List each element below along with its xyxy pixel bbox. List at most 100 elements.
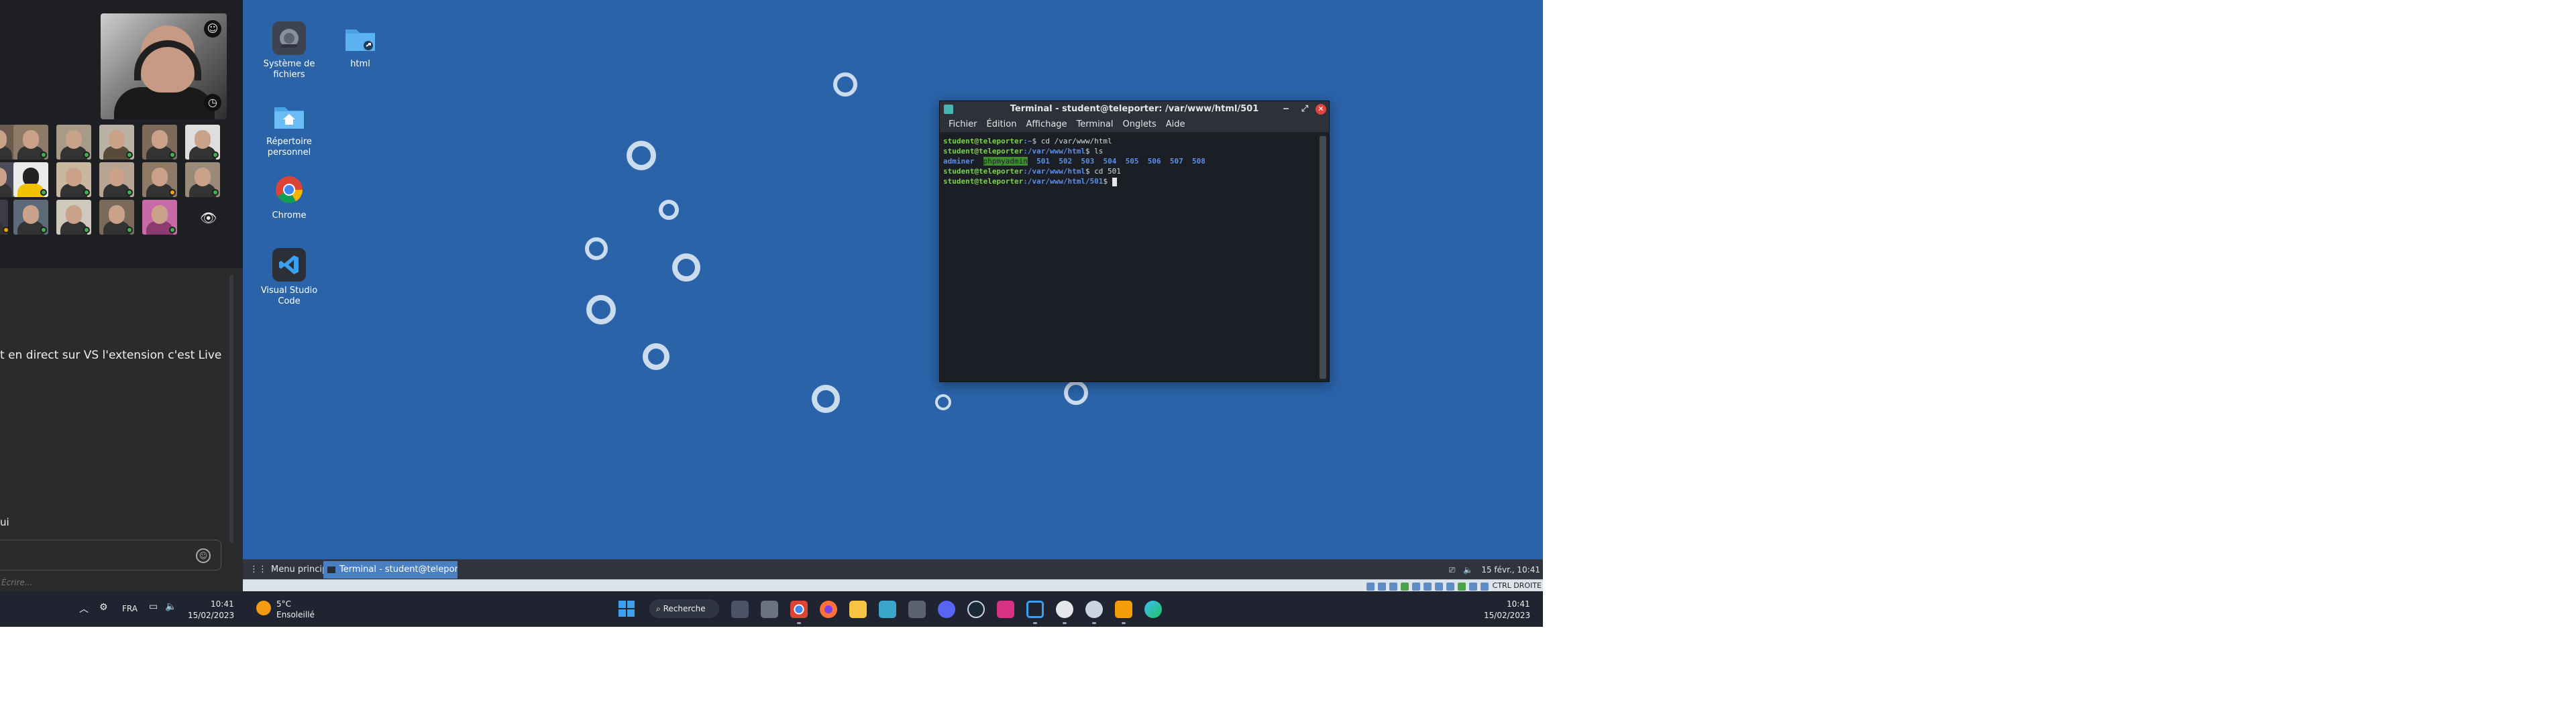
app-tools-icon[interactable] [1115, 601, 1132, 618]
display-icon[interactable] [1434, 583, 1443, 591]
running-indicator [797, 622, 801, 624]
listing-entry: adminer [943, 157, 975, 166]
participant-tile[interactable] [142, 162, 177, 197]
terminal-titlebar[interactable]: Terminal - student@teleporter: /var/www/… [940, 101, 1329, 117]
taskbar-terminal-button[interactable]: Terminal - student@teleport... [323, 561, 458, 579]
emoji-icon[interactable]: ☺ [196, 548, 211, 563]
keyboard-icon[interactable] [1480, 583, 1489, 591]
vm-clock[interactable]: 15 févr., 10:41 [1481, 565, 1540, 575]
listing-entry: 502 [1059, 157, 1073, 166]
network-icon[interactable]: ⎚ [1449, 565, 1456, 575]
participant-tile[interactable] [13, 162, 48, 197]
search-box[interactable]: ⌕ Recherche [649, 599, 719, 618]
file-explorer-icon[interactable] [849, 601, 867, 618]
tray-chevron-icon[interactable]: ︿ [79, 602, 89, 615]
app-pink-icon[interactable] [997, 601, 1014, 618]
shared-folder-icon[interactable] [1423, 583, 1432, 591]
menu-affichage[interactable]: Affichage [1021, 117, 1071, 132]
wallpaper-ring [627, 141, 656, 170]
chat-scrollbar[interactable] [229, 275, 233, 543]
emoji-reaction-icon[interactable]: ☺ [204, 20, 221, 38]
menu-fichier[interactable]: Fichier [944, 117, 982, 132]
chrome-taskbar-icon[interactable] [790, 601, 808, 618]
minimize-icon[interactable]: ‒ [1281, 104, 1291, 115]
weather-desc: Ensoleillé [276, 610, 315, 619]
right-clock-date[interactable]: 15/02/2023 [1484, 611, 1530, 620]
menu-edition[interactable]: Édition [982, 117, 1022, 132]
chat-message: t en direct sur VS l'extension c'est Liv… [0, 349, 222, 362]
steam-icon[interactable] [967, 601, 985, 618]
participant-tile[interactable] [13, 125, 48, 160]
vscode-taskbar-icon[interactable] [1026, 601, 1044, 618]
menu-onglets[interactable]: Onglets [1118, 117, 1161, 132]
listing-entry: 501 [1036, 157, 1050, 166]
desktop-icon-html[interactable]: html [330, 21, 390, 70]
participant-tile[interactable] [142, 200, 177, 235]
participant-tile[interactable] [56, 162, 91, 197]
mouse-icon[interactable] [1468, 583, 1477, 591]
menu-terminal[interactable]: Terminal [1072, 117, 1118, 132]
menu-aide[interactable]: Aide [1161, 117, 1190, 132]
volume-icon[interactable]: 🔈 [1463, 565, 1473, 575]
desktop-icon-chrome[interactable]: Chrome [259, 173, 319, 221]
maximize-icon[interactable]: ⤢ [1299, 104, 1310, 115]
recording-icon[interactable] [1446, 583, 1454, 591]
participant-tile[interactable] [185, 162, 220, 197]
discord-icon[interactable] [938, 601, 955, 618]
participant-tile[interactable] [142, 125, 177, 160]
close-icon[interactable]: ✕ [1316, 104, 1326, 115]
calculator-icon[interactable] [761, 601, 778, 618]
app-circle-icon[interactable] [1056, 601, 1073, 618]
participant-tile[interactable] [0, 200, 8, 235]
desktop-icon-home[interactable]: Répertoire personnel [259, 99, 319, 158]
terminal-line: student@teleporter:~$ cd /var/www/html [943, 136, 1316, 146]
eye-icon[interactable]: 👁 [200, 210, 217, 226]
speaker-tray-icon[interactable]: 🔈 [165, 601, 176, 612]
participant-tile[interactable] [56, 125, 91, 160]
desktop-icon-vscode[interactable]: Visual Studio Code [259, 248, 319, 307]
participant-tile[interactable] [185, 125, 220, 160]
desktop-icon-label: fichiers [273, 70, 305, 80]
usb-icon[interactable] [1411, 583, 1420, 591]
left-clock-time[interactable]: 10:41 [211, 599, 234, 609]
terminal-scrollbar[interactable] [1320, 136, 1326, 379]
optical-drive-icon[interactable] [1377, 583, 1386, 591]
desktop-icon-label: Répertoire [266, 137, 312, 147]
weather-icon[interactable] [256, 601, 271, 615]
camera-icon[interactable] [908, 601, 926, 618]
hdd-icon[interactable] [1366, 583, 1375, 591]
network-adapter-icon[interactable] [1400, 583, 1409, 591]
running-indicator [1092, 622, 1096, 624]
chat-placeholder: Écrire... [1, 578, 33, 587]
notepad-icon[interactable] [879, 601, 896, 618]
desktop-icon-filesystem[interactable]: Système de fichiers [259, 21, 319, 80]
audio-icon[interactable] [1389, 583, 1397, 591]
wallpaper-ring [659, 200, 679, 220]
edge-icon[interactable] [1144, 601, 1162, 618]
start-button[interactable] [619, 601, 635, 617]
disk-icon [272, 21, 306, 55]
left-clock-date[interactable]: 15/02/2023 [188, 611, 234, 620]
task-view-icon[interactable] [731, 601, 749, 618]
firefox-icon[interactable] [820, 601, 837, 618]
display-tray-icon[interactable]: ▭ [149, 601, 158, 612]
weather-temp: 5°C [276, 599, 292, 609]
language-indicator[interactable]: FRA [122, 604, 138, 613]
chat-input[interactable] [0, 540, 221, 570]
participant-tile[interactable] [13, 200, 48, 235]
running-indicator [1063, 622, 1067, 624]
participant-tile[interactable] [99, 125, 134, 160]
terminal-line: student@teleporter:/var/www/html$ cd 501 [943, 166, 1316, 176]
terminal-task-icon [327, 566, 335, 573]
participant-tile[interactable] [99, 200, 134, 235]
speaker-video[interactable]: ☺ ◷ [101, 13, 227, 119]
steam-tray-icon[interactable]: ⚙ [99, 602, 108, 613]
cpu-icon[interactable] [1457, 583, 1466, 591]
right-clock-time[interactable]: 10:41 [1507, 599, 1530, 609]
video-chat-panel: ☺ ◷ 👁 t en direct sur VS l'extension c'e… [0, 0, 243, 591]
terminal-output[interactable]: student@teleporter:~$ cd /var/www/html s… [942, 135, 1318, 380]
participant-tile[interactable] [56, 200, 91, 235]
terminal-window[interactable]: Terminal - student@teleporter: /var/www/… [939, 101, 1330, 382]
app-star-icon[interactable] [1085, 601, 1103, 618]
participant-tile[interactable] [99, 162, 134, 197]
